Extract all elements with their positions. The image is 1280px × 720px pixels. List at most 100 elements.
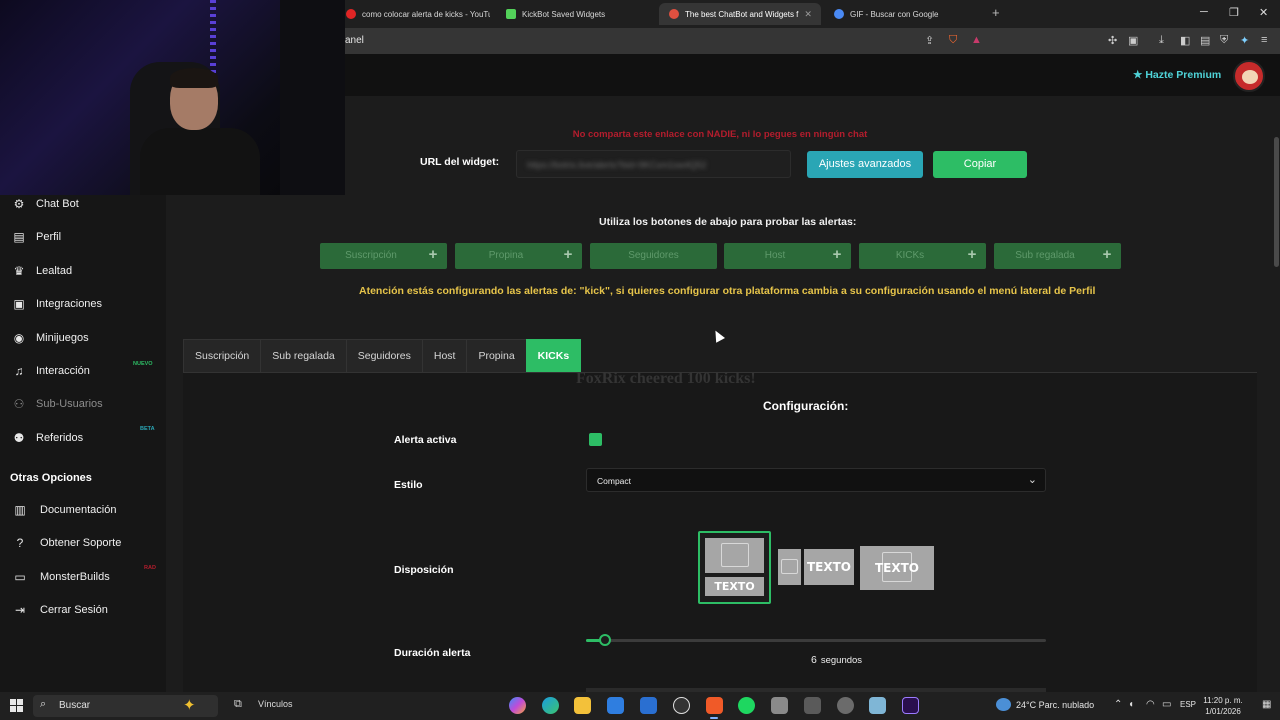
clock-date: 1/01/2026 — [1205, 707, 1241, 716]
menu-icon[interactable]: ≡ — [1261, 34, 1267, 46]
user-group-icon: ⚉ — [13, 431, 25, 445]
copilot-app-icon[interactable] — [509, 697, 526, 714]
weather-text[interactable]: 24°C Parc. nublado — [1016, 700, 1094, 710]
screenshot-icon[interactable]: ▣ — [1128, 34, 1138, 47]
chevron-down-icon: ⌄ — [1027, 474, 1037, 486]
download-icon[interactable]: ⤓ — [1159, 34, 1164, 47]
widget-url-field[interactable]: https://botrix.live/alerts?bid=9KCxm1sw4… — [516, 150, 791, 178]
tab-host[interactable]: Host — [421, 339, 468, 372]
leo-icon[interactable]: ✦ — [1240, 34, 1249, 47]
edge-app-icon[interactable] — [542, 697, 559, 714]
task-view-icon[interactable]: ⧉ — [234, 698, 242, 711]
terminal-app-icon[interactable] — [804, 697, 821, 714]
browser-tab-botrix[interactable]: The best ChatBot and Widgets f ✕ — [659, 3, 821, 25]
layout-option-overlay[interactable]: TEXTO — [860, 546, 934, 590]
spotify-app-icon[interactable] — [738, 697, 755, 714]
sidebar-item-documentacion[interactable]: ▥ Documentación — [0, 496, 166, 524]
browser-tab-google[interactable]: GIF - Buscar con Google — [824, 3, 984, 25]
windows-start-icon[interactable] — [10, 699, 23, 712]
notifications-icon[interactable]: ▦ — [1262, 699, 1271, 710]
sidebar-item-perfil[interactable]: ▤ Perfil — [0, 223, 166, 251]
network-icon[interactable]: ◠ — [1146, 699, 1155, 710]
sidebar-item-cerrar-sesion[interactable]: ⇥ Cerrar Sesión — [0, 596, 166, 624]
sidebar-item-soporte[interactable]: ? Obtener Soporte — [0, 529, 166, 557]
links-toolbar[interactable]: Vínculos — [258, 699, 293, 709]
premiere-app-icon[interactable] — [902, 697, 919, 714]
sidebar-item-monsterbuilds[interactable]: ▭ MonsterBuilds RAD — [0, 563, 166, 591]
music-icon: ♫ — [14, 364, 24, 378]
test-host-button[interactable]: Host + — [724, 243, 851, 269]
logout-icon: ⇥ — [14, 603, 26, 617]
image-placeholder-icon — [778, 549, 801, 585]
sidebar-item-chatbot[interactable]: ⚙ Chat Bot — [0, 190, 166, 218]
new-tab-icon[interactable]: + — [992, 5, 1000, 20]
page-scrollbar[interactable] — [1273, 97, 1280, 692]
wallet-icon[interactable]: ▤ — [1200, 34, 1210, 47]
premium-link[interactable]: ★ Hazte Premium — [1133, 69, 1221, 81]
taskbar-search[interactable]: ⌕ Buscar ✦ — [33, 695, 218, 717]
game-app-icon[interactable] — [771, 697, 788, 714]
tray-overflow-icon[interactable]: ⌃ — [1114, 699, 1122, 710]
sidebar-item-interaccion[interactable]: ♫ Interacción NUEVO — [0, 357, 166, 385]
gamepad-icon: ◉ — [13, 331, 25, 345]
test-button-label: Sub regalada — [1015, 250, 1075, 261]
widget-url-label: URL del widget: — [420, 156, 500, 168]
sidebar-item-integraciones[interactable]: ▣ Integraciones — [0, 290, 166, 318]
tab-title: The best ChatBot and Widgets f — [685, 9, 799, 19]
close-tab-icon[interactable]: ✕ — [804, 9, 812, 20]
store-app-icon[interactable] — [607, 697, 624, 714]
copy-button[interactable]: Copiar — [933, 151, 1027, 178]
battery-icon[interactable]: ▭ — [1162, 699, 1171, 710]
browser-tab-kickbot[interactable]: KickBot Saved Widgets — [496, 3, 650, 25]
restore-icon[interactable]: ❐ — [1229, 6, 1239, 19]
mail-app-icon[interactable] — [640, 697, 657, 714]
test-button-label: Suscripción — [345, 250, 397, 261]
user-avatar[interactable] — [1233, 60, 1265, 92]
style-select[interactable]: Compact ⌄ — [586, 468, 1046, 492]
alert-active-checkbox[interactable] — [589, 433, 602, 446]
sidebar-item-referidos[interactable]: ⚉ Referidos BETA — [0, 424, 166, 452]
settings-app-icon[interactable] — [837, 697, 854, 714]
config-title: Configuración: — [763, 399, 849, 413]
test-subscription-button[interactable]: Suscripción + — [320, 243, 447, 269]
language-indicator[interactable]: ESP — [1180, 700, 1196, 709]
extensions-icon[interactable]: ✣ — [1108, 34, 1117, 47]
style-value: Compact — [597, 476, 632, 486]
test-tip-button[interactable]: Propina + — [455, 243, 582, 269]
tab-propina[interactable]: Propina — [466, 339, 527, 372]
tab-sub-regalada[interactable]: Sub regalada — [260, 339, 347, 372]
test-kicks-button[interactable]: KICKs + — [859, 243, 986, 269]
sidebar-item-subusuarios[interactable]: ⚇ Sub-Usuarios — [0, 390, 166, 418]
premium-label: Hazte Premium — [1145, 69, 1222, 81]
obs-app-icon[interactable] — [673, 697, 690, 714]
duration-slider-handle[interactable] — [599, 634, 611, 646]
test-followers-button[interactable]: Seguidores — [590, 243, 717, 269]
advanced-settings-button[interactable]: Ajustes avanzados — [807, 151, 923, 178]
rewards-icon[interactable]: ▲ — [971, 34, 982, 46]
sidebar-item-minijuegos[interactable]: ◉ Minijuegos — [0, 324, 166, 352]
share-icon[interactable]: ⇪ — [925, 34, 934, 47]
browser-tab-youtube[interactable]: como colocar alerta de kicks - YouTu — [336, 3, 490, 25]
duration-slider-track[interactable] — [586, 639, 1046, 642]
minimize-icon[interactable]: ─ — [1200, 6, 1208, 18]
address-text[interactable]: anel — [345, 35, 364, 46]
brave-app-icon[interactable] — [706, 697, 723, 714]
clock[interactable]: 11:20 p. m. 1/01/2026 — [1203, 695, 1243, 717]
new-badge: NUEVO — [133, 361, 153, 367]
platform-notice: Atención estás configurando las alertas … — [359, 285, 1096, 297]
brave-shield-icon[interactable]: ⛉ — [949, 34, 957, 47]
clock-time: 11:20 p. m. — [1203, 696, 1243, 705]
layout-option-stacked[interactable]: TEXTO — [698, 531, 771, 604]
notes-app-icon[interactable] — [869, 697, 886, 714]
close-window-icon[interactable]: ✕ — [1259, 6, 1268, 19]
tab-suscripcion[interactable]: Suscripción — [183, 339, 262, 372]
sidebar-toggle-icon[interactable]: ◧ — [1180, 34, 1190, 47]
tab-seguidores[interactable]: Seguidores — [345, 339, 423, 372]
layout-option-side[interactable]: TEXTO — [778, 549, 854, 585]
speaker-icon[interactable]: ◖ — [1128, 699, 1134, 710]
tab-kicks[interactable]: KICKs — [525, 339, 582, 372]
sidebar-item-lealtad[interactable]: ♛ Lealtad — [0, 257, 166, 285]
file-explorer-icon[interactable] — [574, 697, 591, 714]
test-gifted-sub-button[interactable]: Sub regalada + — [994, 243, 1121, 269]
vpn-icon[interactable]: ⛨ — [1220, 34, 1228, 47]
